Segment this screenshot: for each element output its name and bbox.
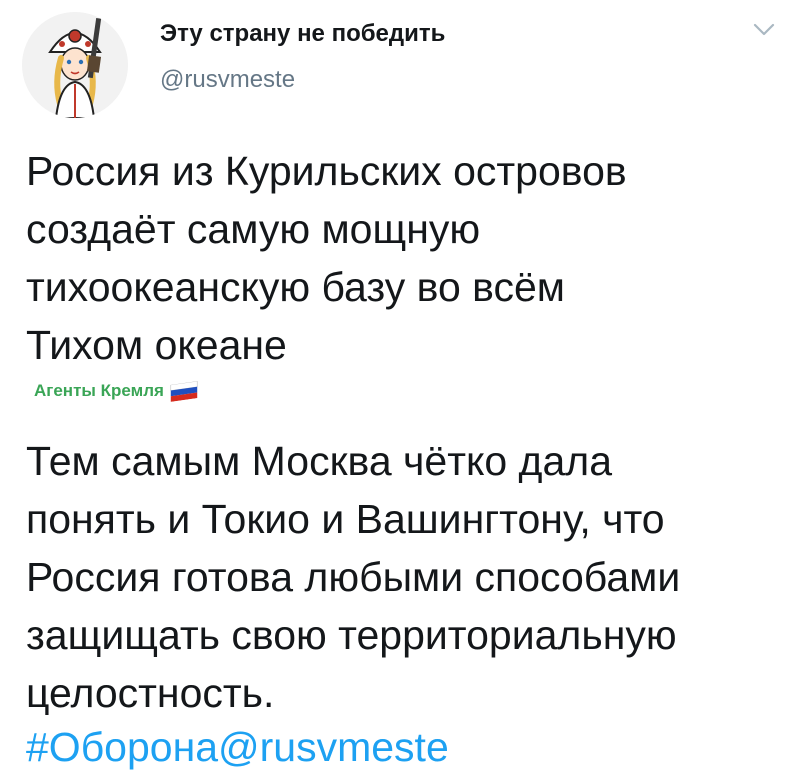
tweet: Эту страну не победить @rusvmeste Россия…: [0, 0, 800, 780]
hashtag-link[interactable]: #Оборона@rusvmeste: [26, 722, 449, 772]
russian-flag-icon: [170, 380, 198, 402]
watermark: Агенты Кремля: [34, 380, 198, 402]
tweet-menu-button[interactable]: [752, 20, 776, 40]
tweet-text-part-1: Россия из Курильских островов создаёт са…: [26, 148, 627, 368]
cossack-girl-avatar-icon: [22, 12, 128, 118]
tweet-text-part-2: Тем самым Москва чётко дала понять и Ток…: [26, 438, 681, 716]
author-display-name[interactable]: Эту страну не победить: [160, 20, 445, 48]
watermark-text: Агенты Кремля: [34, 381, 164, 400]
author-handle[interactable]: @rusvmeste: [160, 66, 295, 94]
chevron-down-icon: [753, 23, 775, 36]
avatar[interactable]: [22, 12, 128, 118]
